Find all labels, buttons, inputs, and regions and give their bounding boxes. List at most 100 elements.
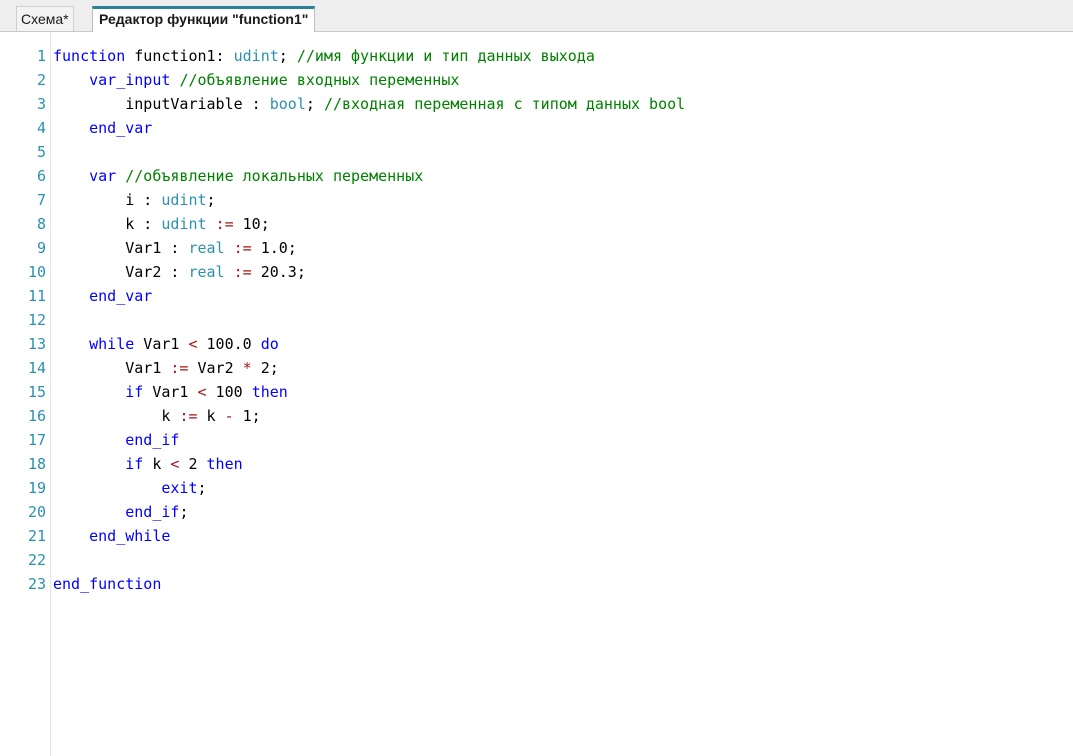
line-number: 12: [27, 311, 46, 329]
token-keyword: var: [89, 167, 117, 185]
code-line[interactable]: 20 end_if;: [0, 500, 1073, 524]
line-number: 21: [27, 527, 46, 545]
code-line[interactable]: 6 var //объявление локальных переменных: [0, 164, 1073, 188]
line-code: var_input //объявление входных переменны…: [53, 68, 459, 92]
code-line[interactable]: 12: [0, 308, 1073, 332]
code-line[interactable]: 17 end_if: [0, 428, 1073, 452]
code-line[interactable]: 2 var_input //объявление входных перемен…: [0, 68, 1073, 92]
line-number: 4: [36, 119, 46, 137]
code-line[interactable]: 19 exit;: [0, 476, 1073, 500]
line-number: 8: [36, 215, 46, 233]
line-code: end_function: [53, 572, 161, 596]
token-code-text: Var1 :: [53, 239, 189, 257]
code-line[interactable]: 13 while Var1 < 100.0 do: [0, 332, 1073, 356]
line-number: 3: [36, 95, 46, 113]
line-number: 5: [36, 143, 46, 161]
code-line[interactable]: 18 if k < 2 then: [0, 452, 1073, 476]
line-number: 6: [36, 167, 46, 185]
token-code-text: [116, 167, 125, 185]
token-code-text: 100.0: [197, 335, 261, 353]
line-number: 22: [27, 551, 46, 569]
token-code-text: Var2 :: [53, 263, 189, 281]
code-line[interactable]: 11 end_var: [0, 284, 1073, 308]
code-line[interactable]: 9 Var1 : real := 1.0;: [0, 236, 1073, 260]
code-line[interactable]: 15 if Var1 < 100 then: [0, 380, 1073, 404]
token-keyword: do: [260, 335, 279, 353]
token-comment: //объявление локальных переменных: [125, 167, 424, 185]
token-keyword: if: [125, 455, 144, 473]
token-operator: :=: [170, 359, 189, 377]
token-comment: //объявление входных переменных: [179, 71, 460, 89]
code-line[interactable]: 3 inputVariable : bool; //входная переме…: [0, 92, 1073, 116]
code-line[interactable]: 8 k : udint := 10;: [0, 212, 1073, 236]
token-code-text: [53, 431, 125, 449]
token-operator: :=: [179, 407, 198, 425]
token-operator: <: [188, 335, 198, 353]
token-keyword: end_function: [53, 575, 162, 593]
token-code-text: [53, 287, 89, 305]
token-code-text: [225, 239, 234, 257]
token-code-text: ;: [305, 95, 324, 113]
token-code-text: [225, 263, 234, 281]
token-code-text: [53, 119, 89, 137]
code-line[interactable]: 5: [0, 140, 1073, 164]
tab-schema[interactable]: Схема*: [16, 6, 74, 31]
token-type: bool: [269, 95, 306, 113]
code-line[interactable]: 10 Var2 : real := 20.3;: [0, 260, 1073, 284]
token-comment: //имя функции и тип данных выхода: [296, 47, 595, 65]
code-line[interactable]: 1 function function1: udint; //имя функци…: [0, 44, 1073, 68]
line-number: 16: [27, 407, 46, 425]
code-line[interactable]: 22: [0, 548, 1073, 572]
line-number: 14: [27, 359, 46, 377]
token-code-text: function1:: [125, 47, 234, 65]
tab-function-editor[interactable]: Редактор функции "function1": [92, 6, 316, 32]
line-code: end_if;: [53, 500, 188, 524]
token-keyword: end_var: [89, 119, 153, 137]
line-number: 15: [27, 383, 46, 401]
line-code: k := k - 1;: [53, 404, 260, 428]
line-code: if k < 2 then: [53, 452, 242, 476]
token-code-text: [207, 215, 216, 233]
line-number: 9: [36, 239, 46, 257]
line-code: Var1 : real := 1.0;: [53, 236, 297, 260]
token-code-text: Var1: [53, 359, 171, 377]
line-code: var //объявление локальных переменных: [53, 164, 423, 188]
token-operator: *: [242, 359, 252, 377]
token-keyword: end_while: [89, 527, 171, 545]
line-number: 17: [27, 431, 46, 449]
line-number: 10: [27, 263, 46, 281]
token-keyword: function: [53, 47, 126, 65]
token-code-text: ;: [206, 191, 216, 209]
token-keyword: end_var: [89, 287, 153, 305]
tab-bar: Схема* Редактор функции "function1": [0, 0, 1073, 32]
line-code: k : udint := 10;: [53, 212, 270, 236]
token-code-text: 10;: [233, 215, 270, 233]
line-number: 18: [27, 455, 46, 473]
code-line[interactable]: 14 Var1 := Var2 * 2;: [0, 356, 1073, 380]
code-line[interactable]: 7 i : udint;: [0, 188, 1073, 212]
line-number: 23: [27, 575, 46, 593]
token-code-text: 1.0;: [251, 239, 297, 257]
token-code-text: 2;: [251, 359, 279, 377]
token-type: udint: [233, 47, 279, 65]
line-number: 13: [27, 335, 46, 353]
token-operator: :=: [233, 263, 252, 281]
token-keyword: end_if: [125, 503, 180, 521]
token-code-text: Var1: [134, 335, 189, 353]
token-code-text: Var2: [188, 359, 243, 377]
line-code: exit;: [53, 476, 207, 500]
line-code: while Var1 < 100.0 do: [53, 332, 279, 356]
code-line[interactable]: 23 end_function: [0, 572, 1073, 596]
token-code-text: i :: [53, 191, 162, 209]
line-code: Var1 := Var2 * 2;: [53, 356, 279, 380]
line-code: if Var1 < 100 then: [53, 380, 288, 404]
token-type: real: [188, 239, 225, 257]
code-line[interactable]: 4 end_var: [0, 116, 1073, 140]
code-line[interactable]: 21 end_while: [0, 524, 1073, 548]
token-code-text: ;: [197, 479, 207, 497]
token-code-text: [53, 455, 125, 473]
line-code: end_var: [53, 116, 152, 140]
token-code-text: inputVariable :: [53, 95, 270, 113]
token-code-text: ;: [278, 47, 297, 65]
code-line[interactable]: 16 k := k - 1;: [0, 404, 1073, 428]
